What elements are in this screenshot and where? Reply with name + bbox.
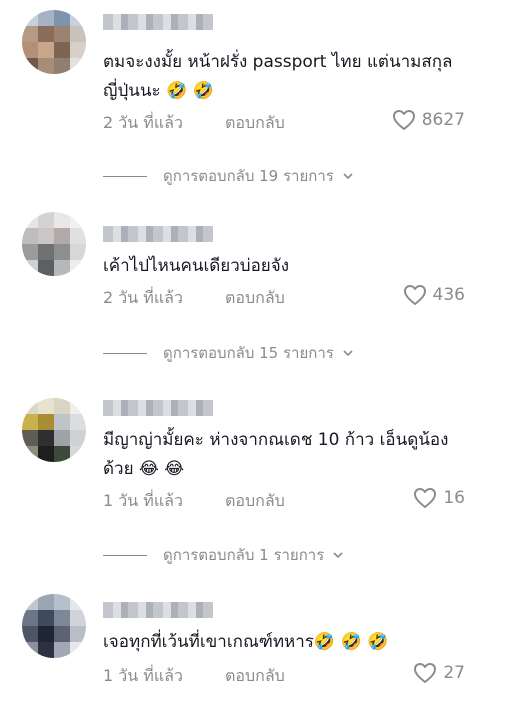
comment-meta: 1 วัน ที่แล้ว ตอบกลับ	[103, 664, 285, 689]
avatar[interactable]	[22, 398, 86, 462]
like-button[interactable]: 8627	[392, 109, 465, 131]
comment-text: เค้าไปไหนคนเดียวบ่อยจัง	[103, 256, 290, 276]
reply-button[interactable]: ตอบกลับ	[225, 111, 285, 136]
comment-meta: 1 วัน ที่แล้ว ตอบกลับ	[103, 489, 285, 514]
comment-text: มีญาญ่ามั้ยคะ ห่างจากณเดช 10 ก้าว เอ็นดู…	[103, 430, 449, 479]
view-replies-label: ดูการตอบกลับ 15 รายการ	[163, 344, 334, 362]
reply-button[interactable]: ตอบกลับ	[225, 664, 285, 689]
chevron-down-icon	[343, 173, 353, 180]
heart-outline-icon	[403, 285, 426, 305]
like-button[interactable]: 27	[413, 662, 465, 684]
reply-button[interactable]: ตอบกลับ	[225, 286, 285, 311]
view-replies-button[interactable]: ดูการตอบกลับ 19 รายการ	[103, 164, 354, 188]
comment-date: 2 วัน ที่แล้ว	[103, 288, 183, 307]
comment-text: ตมจะงงมั้ย หน้าฝรั่ง passport ไทย แต่นาม…	[103, 52, 453, 101]
avatar[interactable]	[22, 10, 86, 74]
heart-outline-icon	[414, 488, 437, 508]
username-blurred[interactable]	[103, 14, 213, 30]
reply-button[interactable]: ตอบกลับ	[225, 489, 285, 514]
comment-date: 1 วัน ที่แล้ว	[103, 666, 183, 685]
like-count: 8627	[421, 110, 465, 130]
view-replies-button[interactable]: ดูการตอบกลับ 1 รายการ	[103, 543, 344, 567]
comment-meta: 2 วัน ที่แล้ว ตอบกลับ	[103, 286, 285, 311]
comment-date: 1 วัน ที่แล้ว	[103, 491, 183, 510]
avatar[interactable]	[22, 594, 86, 658]
comment-text: เจอทุกที่เว้นที่เขาเกณฑ์ทหาร🤣 🤣 🤣	[103, 632, 389, 652]
like-count: 436	[432, 285, 465, 305]
divider-line	[103, 554, 147, 556]
comment-meta: 2 วัน ที่แล้ว ตอบกลับ	[103, 111, 285, 136]
heart-outline-icon	[392, 110, 415, 130]
username-blurred[interactable]	[103, 400, 213, 416]
chevron-down-icon	[333, 552, 343, 559]
divider-line	[103, 352, 147, 354]
username-blurred[interactable]	[103, 602, 213, 618]
heart-outline-icon	[414, 663, 437, 683]
avatar[interactable]	[22, 212, 86, 276]
divider-line	[103, 175, 147, 177]
chevron-down-icon	[343, 350, 353, 357]
like-button[interactable]: 16	[413, 487, 465, 509]
like-count: 16	[443, 488, 465, 508]
view-replies-label: ดูการตอบกลับ 19 รายการ	[163, 167, 334, 185]
like-count: 27	[443, 663, 465, 683]
view-replies-label: ดูการตอบกลับ 1 รายการ	[163, 546, 325, 564]
comment-date: 2 วัน ที่แล้ว	[103, 113, 183, 132]
username-blurred[interactable]	[103, 226, 213, 242]
view-replies-button[interactable]: ดูการตอบกลับ 15 รายการ	[103, 341, 354, 365]
like-button[interactable]: 436	[403, 284, 465, 306]
